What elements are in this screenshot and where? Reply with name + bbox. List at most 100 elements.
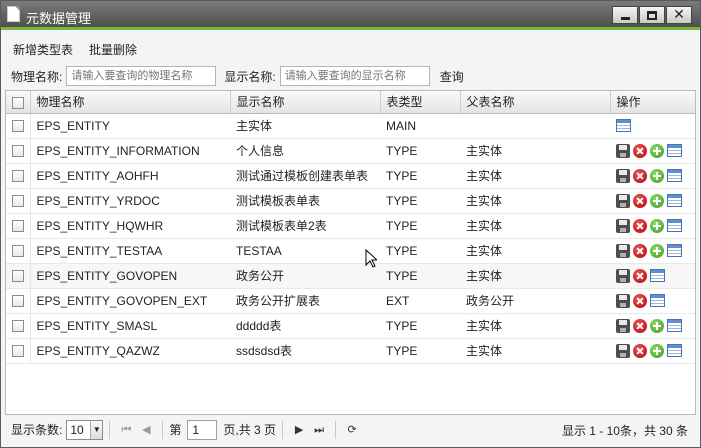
table-row[interactable]: EPS_ENTITY_GOVOPEN_EXT 政务公开扩展表 EXT 政务公开 (6, 288, 695, 314)
data-grid: 物理名称 显示名称 表类型 父表名称 操作 EPS_ENTITY 主实体 MAIN E… (5, 90, 696, 415)
row-checkbox[interactable] (11, 320, 24, 333)
table-icon[interactable] (667, 144, 682, 157)
delete-icon[interactable] (633, 318, 647, 333)
physical-name-cell: EPS_ENTITY_AOHFH (30, 163, 230, 189)
query-button[interactable]: 查询 (440, 68, 464, 85)
first-page-button[interactable]: ⏮ (116, 420, 136, 440)
close-button[interactable]: ✕ (666, 6, 692, 24)
operations-group (616, 193, 695, 208)
close-icon: ✕ (673, 7, 685, 23)
add-icon[interactable] (650, 168, 664, 183)
table-row[interactable]: EPS_ENTITY_INFORMATION 个人信息 TYPE 主实体 (6, 138, 695, 164)
table-row[interactable]: EPS_ENTITY_QAZWZ ssdsdsd表 TYPE 主实体 (6, 338, 695, 364)
page-size-value: 10 (70, 422, 84, 437)
table-icon[interactable] (650, 294, 665, 307)
table-type-cell: TYPE (380, 163, 460, 189)
add-icon[interactable] (650, 193, 664, 208)
operations-cell (610, 113, 695, 139)
physical-name-input[interactable] (66, 66, 217, 86)
save-icon[interactable] (616, 193, 630, 208)
column-physical-name[interactable]: 物理名称 (30, 91, 231, 114)
table-type-cell: TYPE (380, 138, 460, 164)
column-display-name[interactable]: 显示名称 (230, 91, 381, 114)
delete-icon[interactable] (633, 143, 647, 158)
row-checkbox[interactable] (11, 170, 24, 183)
delete-icon[interactable] (633, 168, 647, 183)
save-icon[interactable] (616, 243, 630, 258)
row-checkbox[interactable] (11, 345, 24, 358)
row-checkbox[interactable] (11, 120, 24, 133)
add-icon[interactable] (650, 318, 664, 333)
table-icon[interactable] (667, 244, 682, 257)
grid-body: EPS_ENTITY 主实体 MAIN EPS_ENTITY_INFORMATION 个… (6, 113, 695, 364)
select-all-header (6, 91, 31, 114)
display-name-input[interactable] (279, 66, 430, 86)
operations-cell (610, 338, 695, 364)
add-icon[interactable] (650, 343, 664, 358)
delete-icon[interactable] (633, 218, 647, 233)
save-icon[interactable] (616, 293, 630, 308)
table-icon[interactable] (616, 119, 631, 132)
add-type-table-button[interactable]: 新增类型表 (13, 41, 73, 58)
save-icon[interactable] (616, 143, 630, 158)
save-icon[interactable] (616, 318, 630, 333)
delete-icon[interactable] (633, 193, 647, 208)
table-icon[interactable] (667, 344, 682, 357)
document-icon (7, 6, 20, 22)
save-icon[interactable] (616, 218, 630, 233)
row-checkbox[interactable] (11, 145, 24, 158)
table-type-cell: TYPE (380, 338, 460, 364)
table-type-cell: EXT (380, 288, 460, 314)
operations-cell (610, 163, 695, 189)
refresh-icon[interactable]: ⟳ (342, 420, 362, 440)
column-parent-name[interactable]: 父表名称 (460, 91, 611, 114)
table-icon[interactable] (667, 319, 682, 332)
minimize-button[interactable] (612, 6, 638, 24)
maximize-button[interactable] (639, 6, 665, 24)
table-row[interactable]: EPS_ENTITY_YRDOC 测试模板表单表 TYPE 主实体 (6, 188, 695, 214)
row-checkbox[interactable] (11, 245, 24, 258)
physical-name-label: 物理名称: (11, 69, 63, 84)
table-row[interactable]: EPS_ENTITY_TESTAA TESTAA TYPE 主实体 (6, 238, 695, 264)
table-row[interactable]: EPS_ENTITY_AOHFH 测试通过模板创建表单表 TYPE 主实体 (6, 163, 695, 189)
add-icon[interactable] (650, 143, 664, 158)
column-table-type[interactable]: 表类型 (380, 91, 461, 114)
table-row[interactable]: EPS_ENTITY_HQWHR 测试模板表单2表 TYPE 主实体 (6, 213, 695, 239)
row-checkbox[interactable] (11, 270, 24, 283)
parent-name-cell: 主实体 (460, 188, 610, 214)
add-icon[interactable] (650, 218, 664, 233)
operations-group (616, 318, 695, 333)
table-icon[interactable] (667, 194, 682, 207)
delete-icon[interactable] (633, 343, 647, 358)
add-icon[interactable] (650, 243, 664, 258)
delete-icon[interactable] (633, 268, 647, 283)
save-icon[interactable] (616, 168, 630, 183)
table-row[interactable]: EPS_ENTITY 主实体 MAIN (6, 113, 695, 139)
maximize-icon (647, 10, 657, 20)
last-page-button[interactable]: ⏭ (309, 420, 329, 440)
current-page-input[interactable]: 1 (187, 419, 218, 440)
table-icon[interactable] (667, 169, 682, 182)
save-icon[interactable] (616, 343, 630, 358)
save-icon[interactable] (616, 268, 630, 283)
batch-delete-button[interactable]: 批量删除 (89, 41, 137, 58)
next-page-button[interactable]: ▶ (289, 420, 309, 440)
delete-icon[interactable] (633, 243, 647, 258)
row-checkbox[interactable] (11, 220, 24, 233)
row-checkbox[interactable] (11, 295, 24, 308)
table-icon[interactable] (667, 219, 682, 232)
window-controls: ✕ (611, 6, 692, 24)
page-size-select[interactable]: 10 ▼ (66, 419, 104, 440)
physical-name-cell: EPS_ENTITY (30, 113, 230, 139)
prev-page-button[interactable]: ◀ (136, 420, 156, 440)
display-name-cell: 个人信息 (230, 138, 380, 164)
operations-group (616, 268, 695, 283)
table-row[interactable]: EPS_ENTITY_GOVOPEN 政务公开 TYPE 主实体 (6, 263, 695, 289)
operations-cell (610, 313, 695, 339)
delete-icon[interactable] (633, 293, 647, 308)
table-icon[interactable] (650, 269, 665, 282)
row-checkbox-cell (6, 213, 31, 239)
select-all-checkbox[interactable] (11, 96, 24, 109)
row-checkbox[interactable] (11, 195, 24, 208)
table-row[interactable]: EPS_ENTITY_SMASL ddddd表 TYPE 主实体 (6, 313, 695, 339)
